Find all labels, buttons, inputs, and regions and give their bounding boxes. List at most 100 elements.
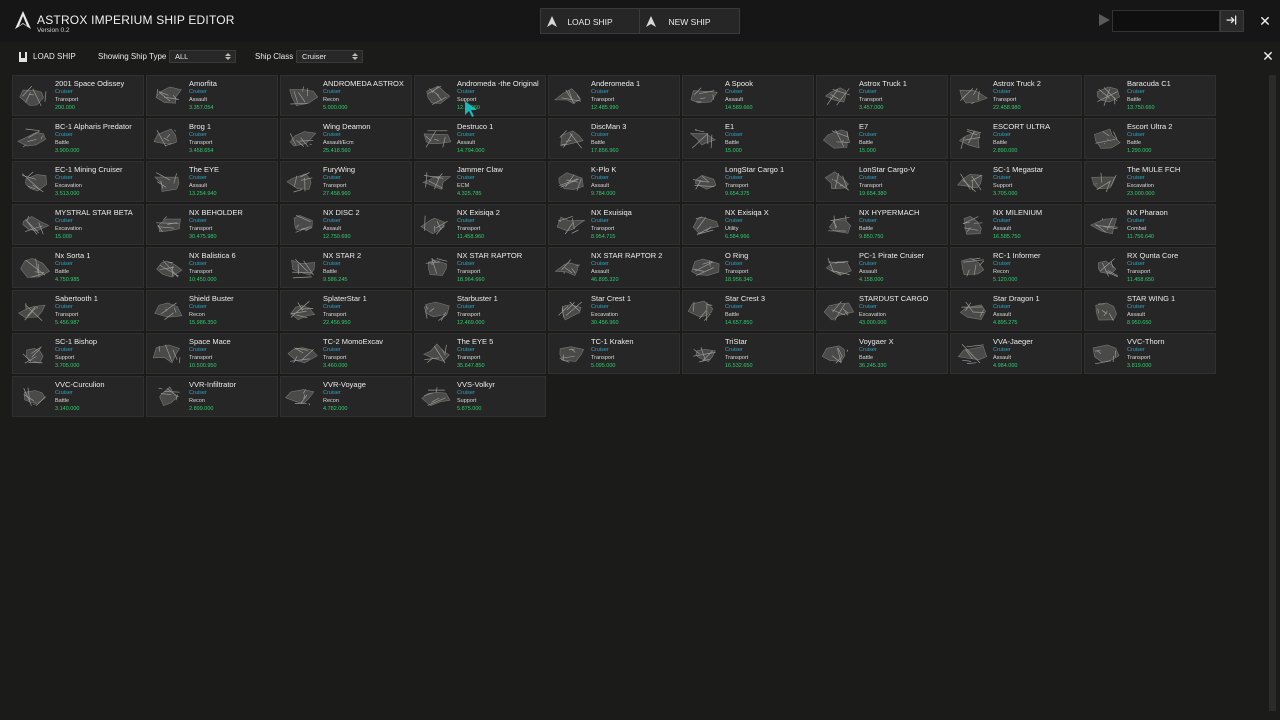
ship-card[interactable]: ANDROMEDA ASTROX Cruiser Recon 5.000.000 [280, 75, 412, 116]
ship-role: Transport [591, 97, 615, 103]
ship-card[interactable]: NX BEHOLDER Cruiser Transport 30.475.980 [146, 204, 278, 245]
ship-card[interactable]: K-Plo K Cruiser Assault 9.784.000 [548, 161, 680, 202]
ship-card[interactable]: NX MILENIUM Cruiser Assault 16.585.750 [950, 204, 1082, 245]
ship-card[interactable]: SplaterStar 1 Cruiser Transport 22.456.950 [280, 290, 412, 331]
ship-card[interactable]: A Spook Cruiser Assault 14.589.660 [682, 75, 814, 116]
ship-card[interactable]: STAR WING 1 Cruiser Assault 8.950.650 [1084, 290, 1216, 331]
ship-card[interactable]: O Ring Cruiser Transport 18.956.340 [682, 247, 814, 288]
ship-thumbnail-icon [825, 257, 852, 276]
ship-card[interactable]: Andromeda -the Original Cruiser Support 12.… [414, 75, 546, 116]
ship-card[interactable]: The EYE 5 Cruiser Transport 35.647.850 [414, 333, 546, 374]
ship-thumbnail-icon [691, 258, 720, 276]
ship-card[interactable]: Shield Buster Cruiser Recon 15.986.350 [146, 290, 278, 331]
ship-card[interactable]: STARDUST CARGO Cruiser Excavation 43.000.00… [816, 290, 948, 331]
ship-card[interactable]: ESCORT ULTRA Cruiser Battle 2.890.000 [950, 118, 1082, 159]
ship-card[interactable]: SC-1 Megastar Cruiser Support 3.705.000 [950, 161, 1082, 202]
ship-card[interactable]: TriStar Cruiser Transport 16.532.650 [682, 333, 814, 374]
ship-card[interactable]: Starbuster 1 Cruiser Transport 12.469.000 [414, 290, 546, 331]
ship-card[interactable]: SC-1 Bishop Cruiser Support 3.705.000 [12, 333, 144, 374]
ship-card[interactable]: Astrox Truck 2 Cruiser Transport 22.458.980 [950, 75, 1082, 116]
ship-card[interactable]: NX Pharaon Cruiser Combat 11.756.640 [1084, 204, 1216, 245]
ship-thumbnail-icon [22, 215, 50, 235]
ship-class: Cruiser [189, 261, 207, 267]
ship-role: ECM [457, 183, 470, 189]
ship-role: Battle [725, 312, 740, 318]
ship-card[interactable]: NX STAR RAPTOR 2 Cruiser Assault 46.895.320 [548, 247, 680, 288]
ship-role: Assault [993, 226, 1012, 232]
ship-card[interactable]: TC-2 MomoExcav Cruiser Transport 3.460.000 [280, 333, 412, 374]
ship-card[interactable]: NX STAR RAPTOR Cruiser Transport 18.964.660 [414, 247, 546, 288]
ship-card[interactable]: Voygaer X Cruiser Battle 36.245.330 [816, 333, 948, 374]
ship-card[interactable]: E7 Cruiser Battle 15.000 [816, 118, 948, 159]
ship-card[interactable]: LonStar Cargo-V Cruiser Transport 19.654.38… [816, 161, 948, 202]
ship-card[interactable]: Sabertooth 1 Cruiser Transport 5.456.987 [12, 290, 144, 331]
ship-card[interactable]: The EYE Cruiser Assault 13.254.940 [146, 161, 278, 202]
ship-card[interactable]: NX Balistica 6 Cruiser Transport 10.450.000 [146, 247, 278, 288]
ship-card[interactable]: NX Exisiqa X Cruiser Utility 6.584.966 [682, 204, 814, 245]
ship-class: Cruiser [993, 89, 1011, 95]
ship-price: 22.456.950 [323, 320, 351, 326]
ship-thumbnail-icon [21, 171, 47, 193]
ship-card[interactable]: Star Dragon 1 Cruiser Assault 4.895.275 [950, 290, 1082, 331]
ship-name: VVC-Thorn [1127, 337, 1165, 346]
close-icon[interactable]: ✕ [1256, 12, 1274, 30]
new-ship-button[interactable]: NEW SHIP [639, 8, 740, 34]
ship-role: Excavation [591, 312, 618, 318]
filter-load-ship-link[interactable]: LOAD SHIP [33, 52, 76, 61]
ship-class-dropdown[interactable]: Cruiser [296, 50, 363, 63]
load-ship-button[interactable]: LOAD SHIP [540, 8, 640, 34]
ship-card[interactable]: EC-1 Mining Cruiser Cruiser Excavation 3.51… [12, 161, 144, 202]
ship-card[interactable]: Brog 1 Cruiser Transport 3.458.654 [146, 118, 278, 159]
ship-card[interactable]: VVR-Infiltrator Cruiser Recon 2.899.000 [146, 376, 278, 417]
ship-card[interactable]: RC-1 Informer Cruiser Recon 5.120.000 [950, 247, 1082, 288]
ship-card[interactable]: NX Exisiqa 2 Cruiser Transport 11.458.960 [414, 204, 546, 245]
ship-card[interactable]: E1 Cruiser Battle 15.000 [682, 118, 814, 159]
ship-card[interactable]: Amorfita Cruiser Assault 3.357.054 [146, 75, 278, 116]
ship-card[interactable]: LongStar Cargo 1 Cruiser Transport 9.654.37… [682, 161, 814, 202]
ship-card[interactable]: NX STAR 2 Cruiser Battle 9.586.245 [280, 247, 412, 288]
scrollbar[interactable] [1269, 75, 1276, 711]
ship-card[interactable]: Wing Deamon Cruiser Assault/Ecm 25.418.560 [280, 118, 412, 159]
play-icon[interactable] [1097, 13, 1111, 27]
ship-card[interactable]: VVC-Thorn Cruiser Transport 3.819.000 [1084, 333, 1216, 374]
ship-card[interactable]: Jammer Claw Cruiser ECM 4.325.785 [414, 161, 546, 202]
ship-card[interactable]: Baracuda C1 Cruiser Battle 13.750.660 [1084, 75, 1216, 116]
ship-card[interactable]: NX HYPERMACH Cruiser Battle 9.850.750 [816, 204, 948, 245]
ship-class: Cruiser [457, 132, 475, 138]
ship-card[interactable]: BC-1 Alpharis Predator Cruiser Battle 3.900… [12, 118, 144, 159]
ship-type-dropdown[interactable]: ALL [169, 50, 236, 63]
bookmark-icon[interactable] [19, 52, 27, 62]
ship-card[interactable]: Nx Sorta 1 Cruiser Battle 4.750.985 [12, 247, 144, 288]
ship-card[interactable]: Anderomeda 1 Cruiser Transport 12.485.990 [548, 75, 680, 116]
ship-card[interactable]: RX Qunta Core Cruiser Transport 11.458.650 [1084, 247, 1216, 288]
ship-role: Recon [323, 398, 339, 404]
login-button[interactable] [1220, 10, 1244, 32]
ship-card[interactable]: VVR-Voyage Cruiser Recon 4.782.000 [280, 376, 412, 417]
ship-role: Transport [1127, 269, 1151, 275]
ship-class: Cruiser [1127, 304, 1145, 310]
ship-card[interactable]: Space Mace Cruiser Transport 10.500.950 [146, 333, 278, 374]
ship-card[interactable]: MYSTRAL STAR BETA Cruiser Excavation 15.000 [12, 204, 144, 245]
ship-card[interactable]: Astrox Truck 1 Cruiser Transport 3.457.000 [816, 75, 948, 116]
top-input[interactable] [1112, 10, 1220, 32]
ship-card[interactable]: The MULE FCH Cruiser Excavation 23.000.000 [1084, 161, 1216, 202]
ship-card[interactable]: DiscMan 3 Cruiser Battle 17.856.960 [548, 118, 680, 159]
ship-card[interactable]: 2001 Space Odissey Cruiser Transport 200.00… [12, 75, 144, 116]
ship-card[interactable]: FuryWing Cruiser Transport 27.458.960 [280, 161, 412, 202]
ship-card[interactable]: VVS-Volkyr Cruiser Support 5.875.000 [414, 376, 546, 417]
ship-card[interactable]: TC-1 Kraken Cruiser Transport 5.095.000 [548, 333, 680, 374]
ship-card[interactable]: Destruco 1 Cruiser Assault 14.794.000 [414, 118, 546, 159]
ship-thumbnail-icon [290, 300, 316, 321]
ship-thumbnail-icon [1095, 302, 1117, 321]
close-panel-icon[interactable]: ✕ [1259, 47, 1277, 65]
ship-class: Cruiser [457, 175, 475, 181]
ship-card[interactable]: PC-1 Pirate Cruiser Cruiser Assault 4.158.0… [816, 247, 948, 288]
ship-card[interactable]: VVC-Curculion Cruiser Battle 3.140.000 [12, 376, 144, 417]
ship-card[interactable]: Escort Ultra 2 Cruiser Battle 1.290.000 [1084, 118, 1216, 159]
ship-card[interactable]: NX DISC 2 Cruiser Assault 12.750.690 [280, 204, 412, 245]
ship-card[interactable]: Star Crest 1 Cruiser Excavation 30.456.960 [548, 290, 680, 331]
ship-card[interactable]: Star Crest 3 Cruiser Battle 14.657.850 [682, 290, 814, 331]
ship-card[interactable]: VVA-Jaeger Cruiser Assault 4.984.000 [950, 333, 1082, 374]
ship-card[interactable]: NX Exuisiqa Cruiser Transport 8.954.715 [548, 204, 680, 245]
ship-name: RC-1 Informer [993, 251, 1041, 260]
